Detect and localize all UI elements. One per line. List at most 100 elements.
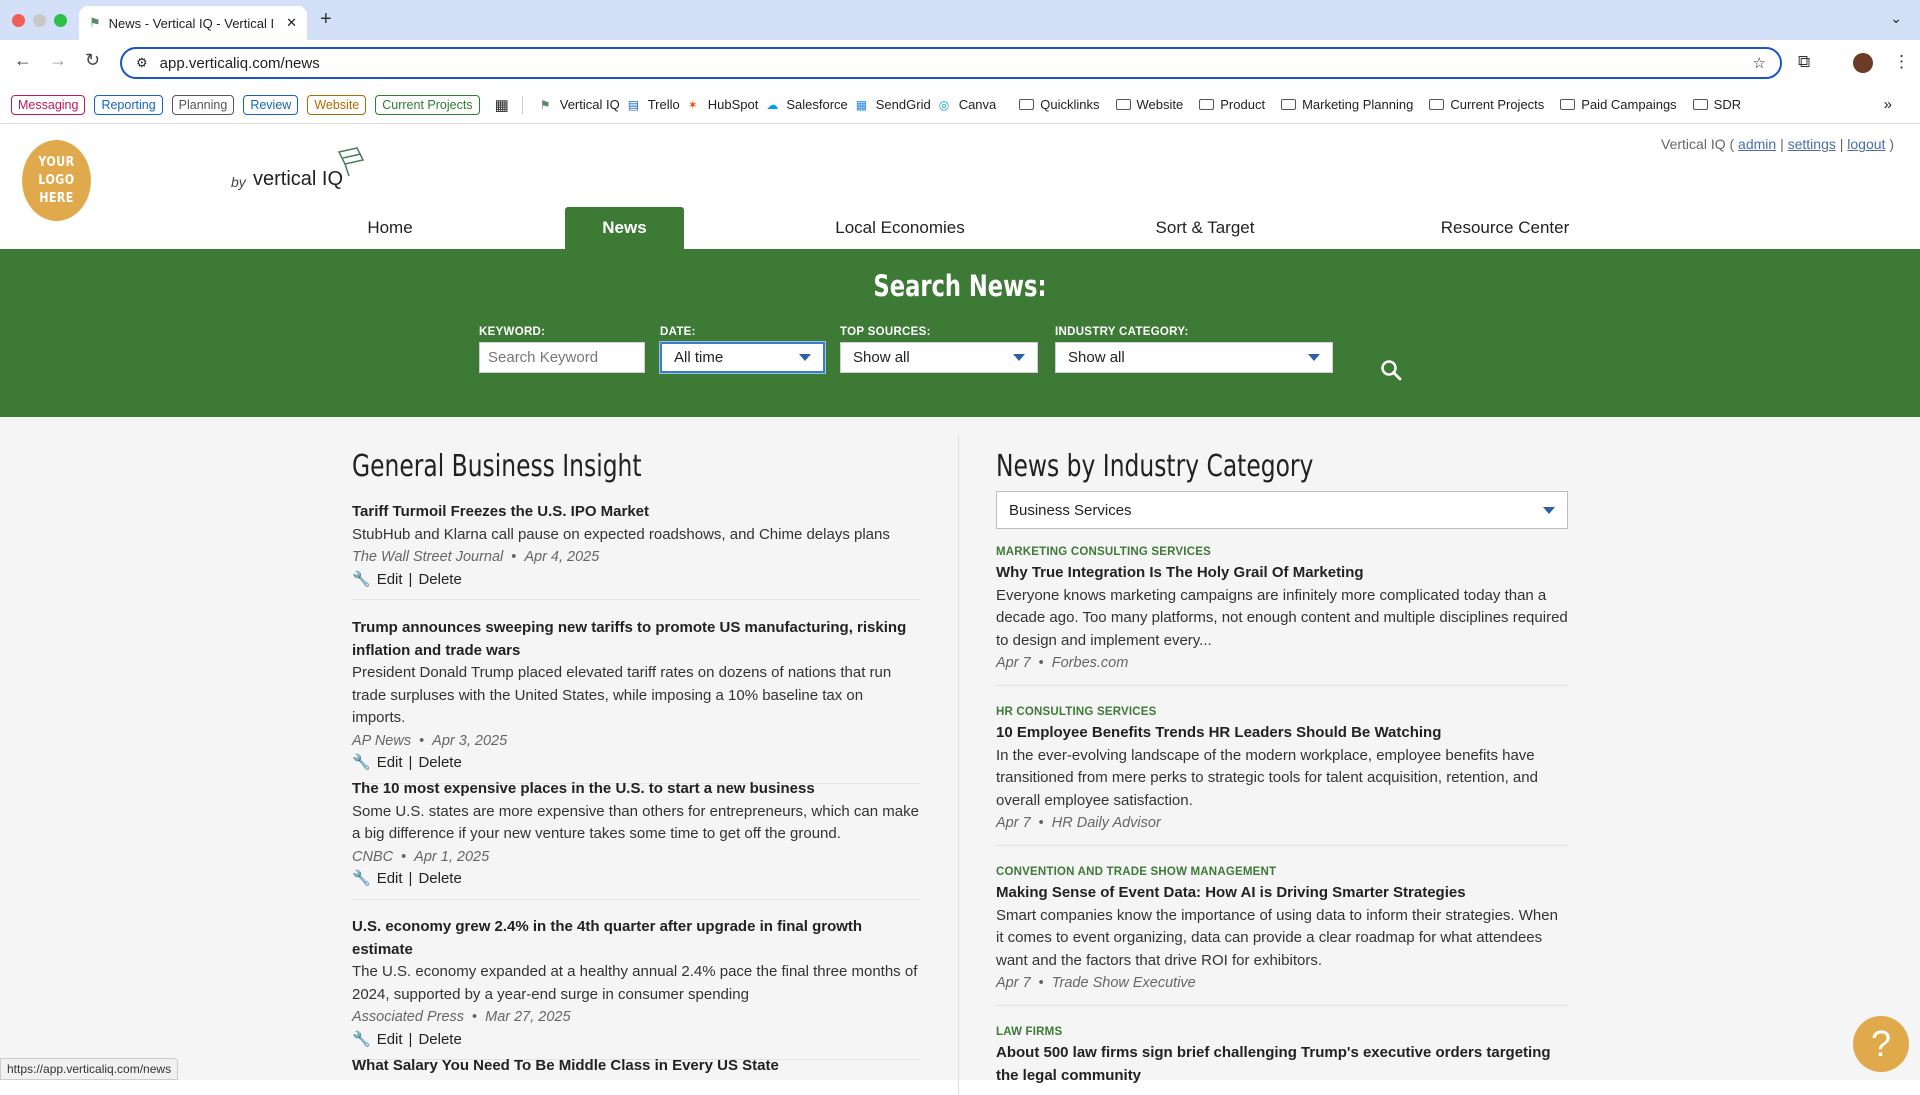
category-value: Show all <box>1068 349 1125 366</box>
bookmark-folders: Quicklinks Website Product Marketing Planni… <box>1005 97 1741 112</box>
industry-category-select[interactable]: Show all <box>1055 342 1333 373</box>
tab-title: News - Vertical IQ - Vertical I <box>108 15 275 31</box>
article-meta: Associated Press • Mar 27, 2025 <box>352 1006 920 1029</box>
edit-link[interactable]: Edit <box>377 868 403 891</box>
bookmark-folder[interactable]: Website <box>1115 97 1183 112</box>
bookmark-chip[interactable]: Current Projects <box>375 94 480 115</box>
industry-article: LAW FIRMS About 500 law firms sign brief … <box>996 1022 1568 1087</box>
forward-arrow-icon[interactable]: → <box>49 50 67 71</box>
delete-link[interactable]: Delete <box>418 569 461 592</box>
edit-link[interactable]: Edit <box>377 752 403 775</box>
apps-grid-icon[interactable]: ▦ <box>495 96 509 114</box>
bookmark-folder[interactable]: SDR <box>1692 97 1742 112</box>
article-category[interactable]: CONVENTION AND TRADE SHOW MANAGEMENT <box>996 862 1568 882</box>
keyword-input[interactable] <box>479 342 645 373</box>
top-sources-select[interactable]: Show all <box>840 342 1038 373</box>
general-article: The 10 most expensive places in the U.S.… <box>352 778 920 900</box>
article-date: Apr 1, 2025 <box>414 848 490 865</box>
article-title[interactable]: Making Sense of Event Data: How AI is Dr… <box>996 882 1568 905</box>
address-bar[interactable]: ⚙ app.verticaliq.com/news ☆ <box>120 47 1782 79</box>
settings-link[interactable]: settings <box>1788 136 1836 152</box>
folder-label: SDR <box>1713 97 1742 112</box>
article-meta: AP News • Apr 3, 2025 <box>352 730 920 753</box>
trello-icon: ▤ <box>627 97 640 112</box>
bookmark-chip[interactable]: Planning <box>171 94 235 115</box>
maximize-window-button[interactable] <box>54 14 67 27</box>
nav-home[interactable]: Home <box>330 207 450 249</box>
nav-news[interactable]: News <box>565 207 684 249</box>
date-select[interactable]: All time <box>660 342 825 373</box>
bookmark-link[interactable]: ⚑ Vertical IQ <box>540 97 620 112</box>
date-value: All time <box>674 349 724 366</box>
article-title[interactable]: Trump announces sweeping new tariffs to … <box>352 617 920 662</box>
article-title[interactable]: About 500 law firms sign brief challengi… <box>996 1042 1568 1087</box>
bookmark-chip[interactable]: Website <box>307 94 367 115</box>
bookmark-folder[interactable]: Quicklinks <box>1019 97 1100 112</box>
bookmark-chip[interactable]: Review <box>243 94 299 115</box>
bookmark-label: Trello <box>647 97 680 112</box>
vertical-iq-logo-icon <box>337 147 365 177</box>
main-navigation: Home News Local Economies Sort & Target … <box>0 207 1920 249</box>
article-category[interactable]: MARKETING CONSULTING SERVICES <box>996 542 1568 562</box>
bookmark-chip[interactable]: Messaging <box>11 94 86 115</box>
url-text: app.verticaliq.com/news <box>159 54 320 72</box>
bookmark-star-icon[interactable]: ☆ <box>1753 54 1766 72</box>
article-title[interactable]: What Salary You Need To Be Middle Class … <box>352 1055 920 1078</box>
back-arrow-icon[interactable]: ← <box>14 50 32 71</box>
new-tab-button[interactable]: + <box>320 8 332 31</box>
browser-menu-icon[interactable]: ⋮ <box>1893 52 1910 72</box>
folder-icon <box>1115 99 1131 110</box>
folder-label: Current Projects <box>1450 97 1545 112</box>
delete-link[interactable]: Delete <box>418 1029 461 1052</box>
industry-select[interactable]: Business Services <box>996 491 1568 529</box>
folder-icon <box>1281 99 1297 110</box>
industry-category-label: INDUSTRY CATEGORY: <box>1055 326 1189 338</box>
bookmark-link[interactable]: ▤ Trello <box>628 97 680 112</box>
action-separator: | <box>408 870 413 887</box>
tab-search-chevron-icon[interactable]: ⌄ <box>1890 10 1902 27</box>
nav-sort-target[interactable]: Sort & Target <box>1130 207 1280 249</box>
site-info-icon[interactable]: ⚙ <box>136 55 148 71</box>
search-icon[interactable] <box>1380 359 1402 381</box>
profile-avatar[interactable] <box>1853 53 1873 73</box>
article-description: In the ever-evolving landscape of the mo… <box>996 746 1538 809</box>
reload-icon[interactable]: ↻ <box>85 50 100 71</box>
bookmark-link[interactable]: ◎ Canva <box>939 97 997 112</box>
article-title[interactable]: Why True Integration Is The Holy Grail O… <box>996 562 1568 585</box>
delete-link[interactable]: Delete <box>418 752 461 775</box>
help-button[interactable]: ? <box>1853 1016 1909 1072</box>
article-category[interactable]: HR CONSULTING SERVICES <box>996 702 1568 722</box>
bookmark-folder[interactable]: Marketing Planning <box>1281 97 1413 112</box>
article-title[interactable]: 10 Employee Benefits Trends HR Leaders S… <box>996 722 1568 745</box>
delete-link[interactable]: Delete <box>418 868 461 891</box>
edit-link[interactable]: Edit <box>377 1029 403 1052</box>
bookmark-folder[interactable]: Current Projects <box>1429 97 1544 112</box>
minimize-window-button[interactable] <box>33 14 46 27</box>
close-tab-icon[interactable]: ✕ <box>286 15 297 31</box>
browser-tab[interactable]: ⚑ News - Vertical IQ - Vertical I ✕ <box>79 6 307 40</box>
bookmark-link[interactable]: ✶ HubSpot <box>688 97 759 112</box>
edit-link[interactable]: Edit <box>377 569 403 592</box>
article-meta: Apr 7 • Trade Show Executive <box>996 972 1568 995</box>
status-bar-url: https://app.verticaliq.com/news <box>0 1058 179 1080</box>
admin-link[interactable]: admin <box>1738 136 1776 152</box>
brand-name[interactable]: vertical IQ <box>253 168 343 191</box>
bookmark-link[interactable]: ☁ Salesforce <box>766 97 847 112</box>
industry-article: HR CONSULTING SERVICES 10 Employee Benefi… <box>996 702 1568 846</box>
extensions-icon[interactable]: ⧉ <box>1798 52 1810 72</box>
bookmark-link[interactable]: ▦ SendGrid <box>856 97 931 112</box>
nav-resource-center[interactable]: Resource Center <box>1430 207 1580 249</box>
close-window-button[interactable] <box>12 14 25 27</box>
more-bookmarks-icon[interactable]: » <box>1884 96 1892 113</box>
bookmark-folder[interactable]: Product <box>1199 97 1265 112</box>
bookmark-chips: Messaging Reporting Planning Review Website C… <box>11 94 480 115</box>
bookmark-chip[interactable]: Reporting <box>94 94 163 115</box>
bookmark-folder[interactable]: Paid Campaings <box>1560 97 1677 112</box>
article-title[interactable]: U.S. economy grew 2.4% in the 4th quarte… <box>352 916 920 961</box>
nav-local-economies[interactable]: Local Economies <box>820 207 980 249</box>
industry-article: MARKETING CONSULTING SERVICES Why True In… <box>996 542 1568 686</box>
logout-link[interactable]: logout <box>1847 136 1885 152</box>
article-title[interactable]: Tariff Turmoil Freezes the U.S. IPO Mark… <box>352 501 920 524</box>
article-category[interactable]: LAW FIRMS <box>996 1022 1568 1042</box>
article-title[interactable]: The 10 most expensive places in the U.S.… <box>352 778 920 801</box>
